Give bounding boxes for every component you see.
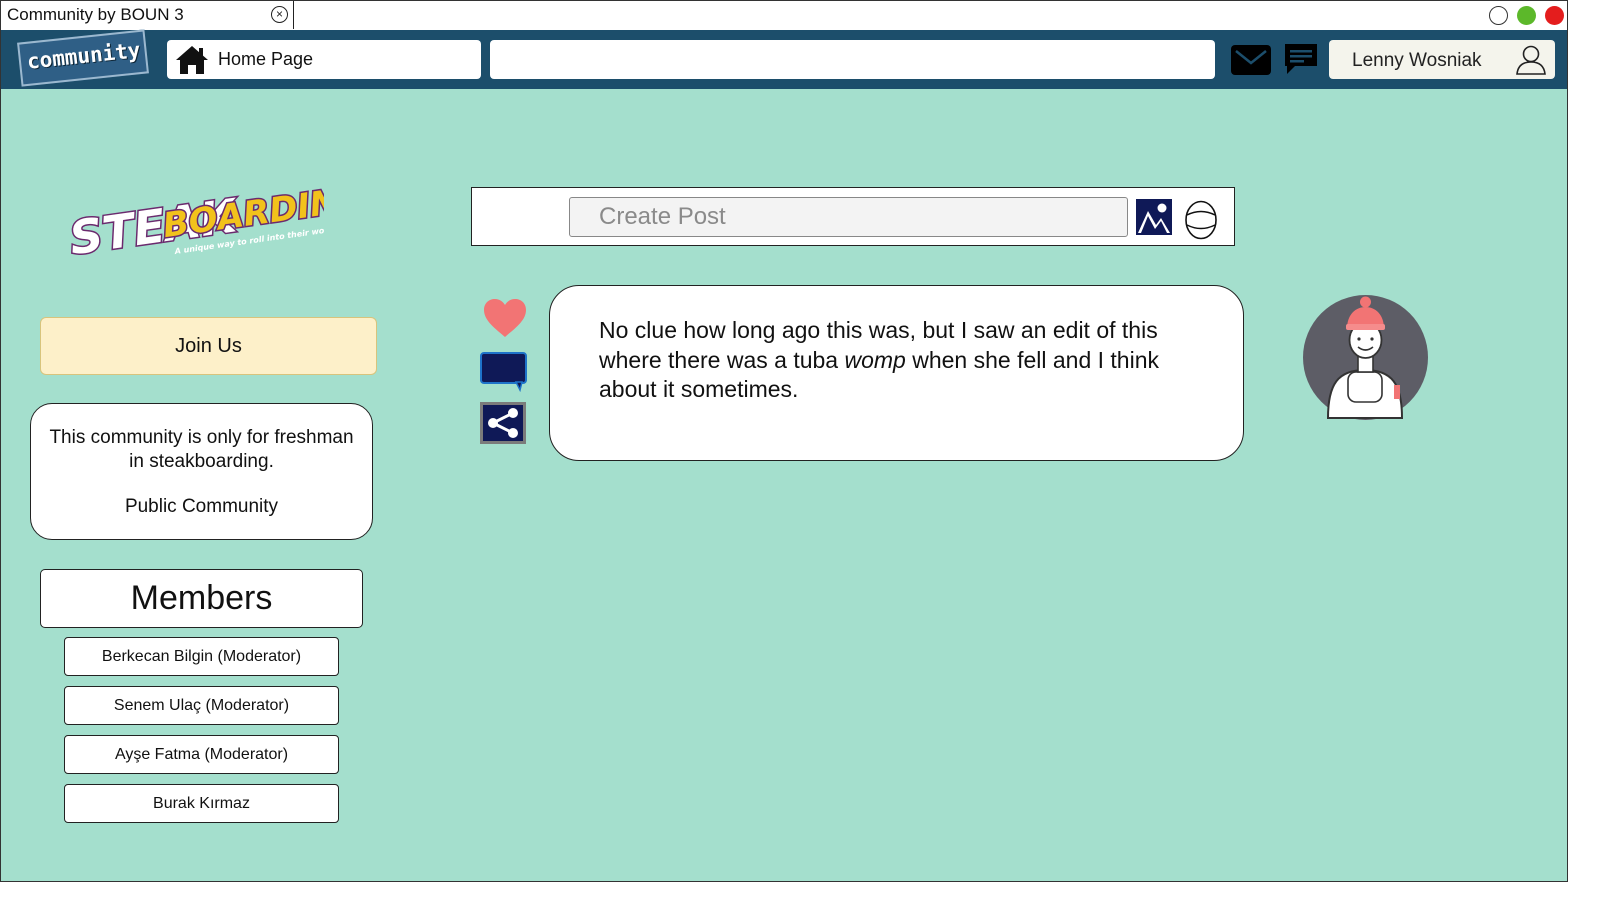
author-avatar[interactable]	[1302, 294, 1429, 421]
image-icon[interactable]	[1136, 199, 1172, 235]
title-bar: Community by BOUN 3 ×	[1, 1, 1567, 31]
user-menu[interactable]: Lenny Wosniak	[1329, 40, 1555, 79]
emoji-icon[interactable]	[1185, 200, 1217, 240]
create-post-input[interactable]	[569, 197, 1128, 237]
community-description-card: This community is only for freshman in s…	[30, 403, 373, 540]
tab-close-icon[interactable]: ×	[271, 6, 288, 23]
community-logo-text: community	[25, 38, 142, 74]
mail-icon[interactable]	[1230, 44, 1272, 76]
messages-icon[interactable]	[1283, 42, 1319, 76]
create-post-bar	[471, 187, 1235, 246]
user-name: Lenny Wosniak	[1352, 50, 1482, 71]
user-icon	[1516, 45, 1546, 75]
post-text-emphasis: womp	[844, 346, 906, 373]
member-item[interactable]: Burak Kırmaz	[64, 784, 339, 823]
search-input[interactable]	[490, 40, 1215, 79]
community-logo[interactable]: community	[17, 29, 149, 87]
member-item[interactable]: Ayşe Fatma (Moderator)	[64, 735, 339, 774]
tab-title: Community by BOUN 3	[7, 5, 184, 24]
post-text: No clue how long ago this was, but I saw…	[599, 316, 1219, 405]
window-close-button[interactable]	[1545, 6, 1564, 25]
top-navbar: community Home Page Lenny Wosniak	[1, 29, 1567, 89]
community-visibility: Public Community	[124, 496, 279, 517]
home-page-label: Home Page	[218, 49, 314, 69]
community-description: This community is only for freshman in s…	[49, 427, 354, 472]
join-us-button[interactable]: Join Us	[40, 317, 377, 375]
home-icon	[176, 46, 208, 74]
steakboarding-logo: STEAK BOARDING A unique way to roll into…	[65, 177, 324, 259]
members-heading: Members	[40, 569, 363, 628]
share-icon[interactable]	[480, 402, 526, 444]
member-item[interactable]: Berkecan Bilgin (Moderator)	[64, 637, 339, 676]
app-window: Community by BOUN 3 × community Home Pag…	[0, 0, 1568, 882]
comment-icon[interactable]	[480, 352, 528, 392]
window-maximize-button[interactable]	[1517, 6, 1536, 25]
home-page-button[interactable]: Home Page	[167, 40, 481, 79]
window-minimize-button[interactable]	[1489, 6, 1508, 25]
post-card[interactable]: No clue how long ago this was, but I saw…	[549, 285, 1244, 461]
member-item[interactable]: Senem Ulaç (Moderator)	[64, 686, 339, 725]
like-heart-icon[interactable]	[482, 298, 528, 338]
browser-tab[interactable]: Community by BOUN 3 ×	[1, 1, 294, 29]
